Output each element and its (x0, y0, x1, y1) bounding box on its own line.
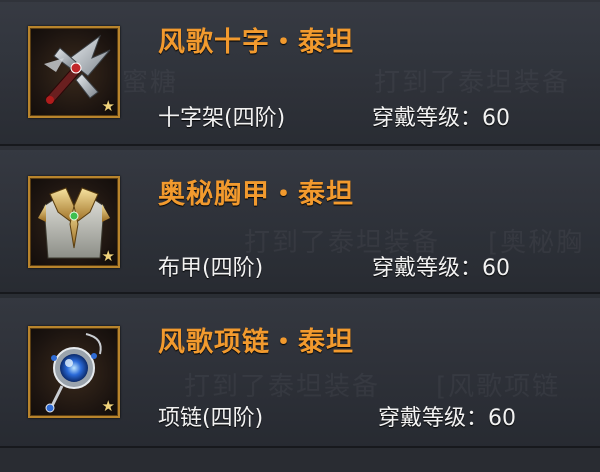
star-icon: ★ (101, 97, 115, 115)
wear-level-value: 60 (482, 106, 511, 131)
item-tooltip-panel: 蜜糖 打到了泰坦装备 打到了泰坦装备 [奥秘胸 打到了泰坦装备 [风歌项链 (0, 0, 600, 472)
item-icon-frame[interactable]: ★ (28, 176, 120, 268)
wear-level-value: 60 (482, 256, 511, 281)
wear-level-value: 60 (488, 406, 517, 431)
item-name: 风歌项链・泰坦 (158, 327, 354, 358)
item-name: 奥秘胸甲・泰坦 (158, 179, 354, 210)
item-icon-frame[interactable]: ★ (28, 326, 120, 418)
item-name: 风歌十字・泰坦 (158, 27, 354, 58)
item-row[interactable]: ★ 风歌项链・泰坦 项链(四阶) 穿戴等级：60 (0, 298, 600, 448)
star-icon: ★ (101, 247, 115, 265)
star-icon: ★ (101, 397, 115, 415)
wear-level: 穿戴等级：60 (372, 100, 510, 132)
wear-level: 穿戴等级：60 (372, 250, 510, 282)
wear-level-label: 穿戴等级： (372, 256, 483, 281)
wear-level: 穿戴等级：60 (378, 400, 516, 432)
item-icon-frame[interactable]: ★ (28, 26, 120, 118)
wear-level-label: 穿戴等级： (378, 406, 489, 431)
item-type: 布甲(四阶) (158, 256, 264, 281)
wear-level-label: 穿戴等级： (372, 106, 483, 131)
item-type: 项链(四阶) (158, 406, 264, 431)
item-row[interactable]: ★ 奥秘胸甲・泰坦 布甲(四阶) 穿戴等级：60 (0, 150, 600, 294)
item-row[interactable]: ★ 风歌十字・泰坦 十字架(四阶) 穿戴等级：60 (0, 2, 600, 146)
item-type: 十字架(四阶) (158, 106, 286, 131)
